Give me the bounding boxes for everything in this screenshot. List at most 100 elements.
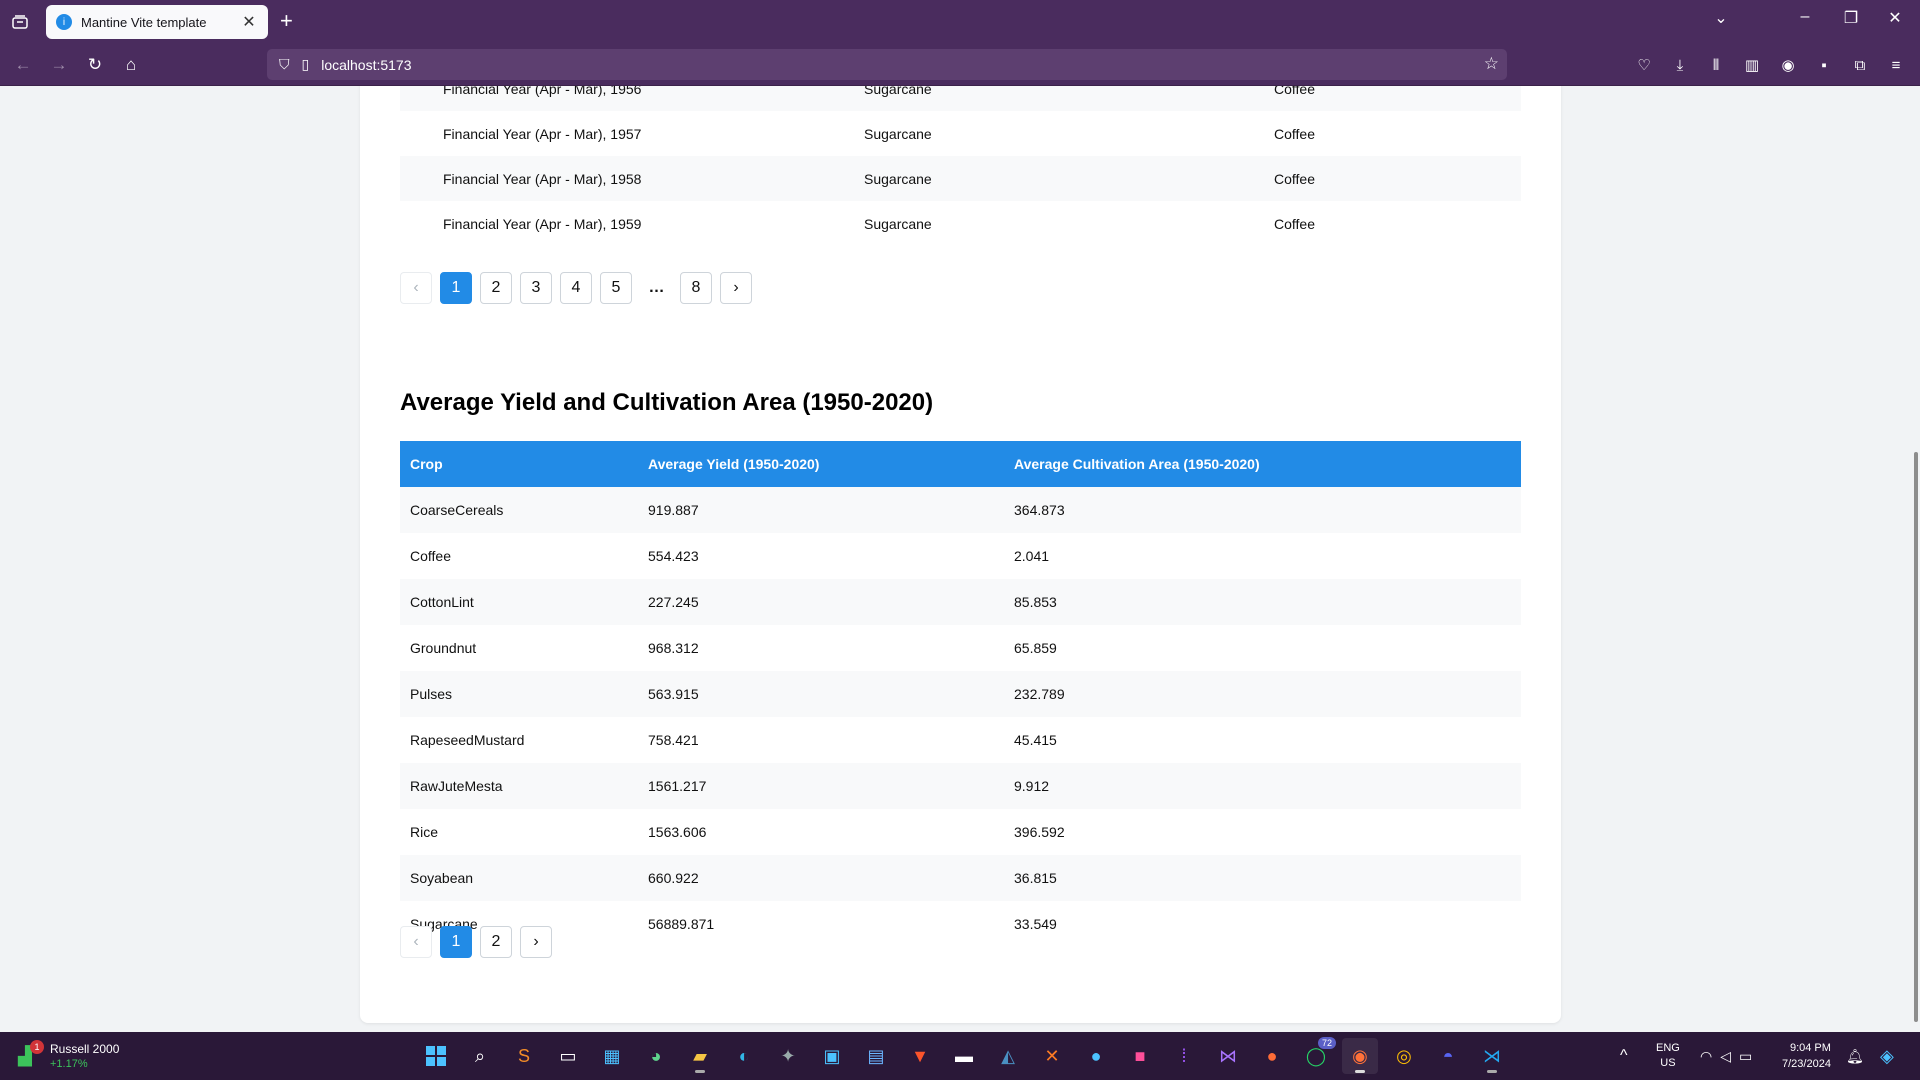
browser-tab-active[interactable]: i Mantine Vite template ✕ bbox=[46, 5, 268, 39]
address-bar[interactable]: ⛉ ▯ localhost:5173 ☆ bbox=[267, 49, 1507, 80]
table-cell: 554.423 bbox=[648, 548, 699, 564]
section-title: Average Yield and Cultivation Area (1950… bbox=[400, 389, 934, 416]
battery-icon: ▭ bbox=[1739, 1047, 1753, 1064]
yield-table: Crop Average Yield (1950-2020) Average C… bbox=[400, 441, 1521, 947]
menu-icon[interactable]: ≡ bbox=[1884, 53, 1908, 77]
table-row: Pulses 563.915 232.789 bbox=[400, 671, 1521, 717]
restore-icon[interactable]: ❐ bbox=[1836, 8, 1866, 28]
pagination-prev-button[interactable]: ‹ bbox=[400, 272, 432, 304]
download-icon[interactable]: ⤓ bbox=[1668, 53, 1692, 77]
table-cell: 364.873 bbox=[1014, 502, 1065, 518]
forward-icon[interactable]: → bbox=[47, 53, 71, 77]
close-tab-icon[interactable]: ✕ bbox=[240, 12, 258, 32]
table-cell: Groundnut bbox=[410, 640, 477, 656]
tab-list-icon[interactable] bbox=[8, 10, 32, 34]
table-cell: 36.815 bbox=[1014, 870, 1057, 886]
pagination-page-5[interactable]: 5 bbox=[600, 272, 632, 304]
figma-icon[interactable]: ⁞ bbox=[1166, 1038, 1202, 1074]
table-cell: Sugarcane bbox=[864, 170, 932, 187]
intellij-icon[interactable]: ■ bbox=[1122, 1038, 1158, 1074]
terminal-icon[interactable]: ▭ bbox=[550, 1038, 586, 1074]
page-info-icon[interactable]: ▯ bbox=[302, 56, 310, 73]
table-cell: 33.549 bbox=[1014, 916, 1057, 932]
pagination-next-button[interactable]: › bbox=[520, 926, 552, 958]
minimize-icon[interactable]: – bbox=[1790, 8, 1820, 26]
tab-title: Mantine Vite template bbox=[81, 14, 207, 30]
brave-icon[interactable]: ▼ bbox=[902, 1038, 938, 1074]
app-window-icon[interactable]: ▣ bbox=[814, 1038, 850, 1074]
visual-studio-icon[interactable]: ⋈ bbox=[1210, 1038, 1246, 1074]
github-desktop-icon[interactable]: ◕ bbox=[638, 1038, 674, 1074]
pagination-page-8[interactable]: 8 bbox=[680, 272, 712, 304]
table-cell: Financial Year (Apr - Mar), 1957 bbox=[443, 125, 642, 142]
pagination-page-4[interactable]: 4 bbox=[560, 272, 592, 304]
chevron-down-icon[interactable]: ⌄ bbox=[1706, 8, 1736, 28]
whatsapp-icon[interactable]: ◯ 72 bbox=[1298, 1037, 1336, 1074]
edge-icon[interactable]: ◐ bbox=[726, 1038, 762, 1074]
new-tab-icon[interactable]: + bbox=[280, 10, 293, 32]
pagination-yield: ‹ 1 2 › bbox=[400, 926, 552, 958]
clock[interactable]: 9:04 PM 7/23/2024 bbox=[1782, 1032, 1831, 1080]
url-text[interactable]: localhost:5173 bbox=[321, 57, 411, 73]
tray-chevron-icon[interactable]: ^ bbox=[1620, 1032, 1628, 1080]
notepad-icon[interactable]: ▤ bbox=[858, 1038, 894, 1074]
extension-icon[interactable]: ▪ bbox=[1812, 53, 1836, 77]
library-icon[interactable]: ⫴ bbox=[1704, 53, 1728, 77]
pagination-prev-button[interactable]: ‹ bbox=[400, 926, 432, 958]
whatsapp-count: 72 bbox=[1317, 1037, 1336, 1049]
table-cell: 227.245 bbox=[648, 594, 699, 610]
table-cell: Coffee bbox=[410, 548, 451, 564]
stock-name: Russell 2000 bbox=[50, 1042, 120, 1056]
mysql-workbench-icon[interactable]: ▬ bbox=[946, 1038, 982, 1074]
reload-icon[interactable]: ↻ bbox=[83, 53, 107, 77]
table-row: Sugarcane 56889.871 33.549 bbox=[400, 901, 1521, 947]
home-icon[interactable]: ⌂ bbox=[119, 53, 143, 77]
lang-code: ENG bbox=[1656, 1042, 1680, 1054]
extensions-puzzle-icon[interactable]: ⧉ bbox=[1848, 53, 1872, 77]
account-icon[interactable]: ◉ bbox=[1776, 53, 1800, 77]
pagination-page-2[interactable]: 2 bbox=[480, 272, 512, 304]
microsoft-store-icon[interactable]: ▦ bbox=[594, 1038, 630, 1074]
taskbar: ▟ 1 Russell 2000 +1.17% ⌕ S ▭ ▦ ◕ ▰ ◐ ✦ … bbox=[0, 1032, 1920, 1080]
table-cell: Sugarcane bbox=[864, 125, 932, 142]
header-avg-yield: Average Yield (1950-2020) bbox=[648, 456, 820, 472]
windows-start-icon[interactable] bbox=[418, 1038, 454, 1074]
search-icon[interactable]: ⌕ bbox=[462, 1038, 498, 1074]
postman-icon[interactable]: ● bbox=[1254, 1038, 1290, 1074]
table-cell: Coffee bbox=[1274, 170, 1315, 187]
chrome-icon[interactable]: ◎ bbox=[1386, 1038, 1422, 1074]
file-explorer-icon[interactable]: ▰ bbox=[682, 1038, 718, 1074]
stock-widget[interactable]: ▟ 1 Russell 2000 +1.17% bbox=[18, 1038, 138, 1074]
pagination-page-3[interactable]: 3 bbox=[520, 272, 552, 304]
xampp-icon[interactable]: ✕ bbox=[1034, 1038, 1070, 1074]
language-indicator[interactable]: ENG US bbox=[1656, 1032, 1680, 1080]
bookmark-star-icon[interactable]: ☆ bbox=[1484, 54, 1499, 74]
table-cell: 660.922 bbox=[648, 870, 699, 886]
content-card: Financial Year (Apr - Mar), 1956 Sugarca… bbox=[360, 86, 1561, 1023]
sidebar-icon[interactable]: ▥ bbox=[1740, 53, 1764, 77]
table-cell: 1561.217 bbox=[648, 778, 707, 794]
header-crop: Crop bbox=[410, 456, 443, 472]
firefox-icon[interactable]: ◉ bbox=[1342, 1038, 1378, 1074]
table-cell: 56889.871 bbox=[648, 916, 715, 932]
copilot-icon[interactable]: ◈ bbox=[1880, 1032, 1894, 1080]
notification-bell-icon[interactable]: 🔔︎ bbox=[1846, 1032, 1864, 1080]
pagination-page-1[interactable]: 1 bbox=[440, 272, 472, 304]
discord-icon[interactable]: ◓ bbox=[1430, 1038, 1466, 1074]
back-icon[interactable]: ← bbox=[11, 53, 35, 77]
bulb-app-icon[interactable]: ● bbox=[1078, 1038, 1114, 1074]
shield-icon[interactable]: ⛉ bbox=[279, 56, 290, 73]
game-icon[interactable]: ✦ bbox=[770, 1038, 806, 1074]
mysql-icon[interactable]: ◭ bbox=[990, 1038, 1026, 1074]
system-status-group[interactable]: ◠ ◁ ▭ bbox=[1700, 1032, 1752, 1080]
vscode-icon[interactable]: ⋊ bbox=[1474, 1038, 1510, 1074]
clock-date: 7/23/2024 bbox=[1782, 1058, 1831, 1070]
pagination-page-1[interactable]: 1 bbox=[440, 926, 472, 958]
pagination-page-2[interactable]: 2 bbox=[480, 926, 512, 958]
pagination-next-button[interactable]: › bbox=[720, 272, 752, 304]
sublime-text-icon[interactable]: S bbox=[506, 1038, 542, 1074]
table-cell: Coffee bbox=[1274, 86, 1315, 97]
page-scrollbar[interactable] bbox=[1914, 452, 1918, 1022]
close-window-icon[interactable]: ✕ bbox=[1880, 8, 1910, 28]
pocket-icon[interactable]: ♡ bbox=[1632, 53, 1656, 77]
